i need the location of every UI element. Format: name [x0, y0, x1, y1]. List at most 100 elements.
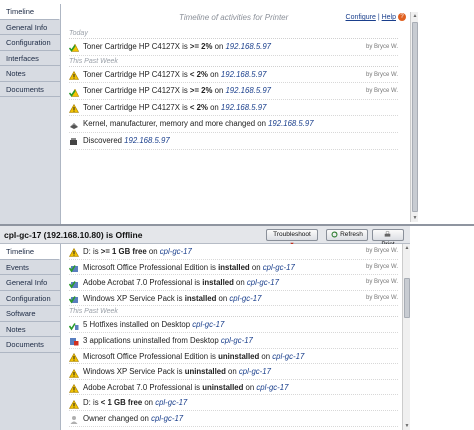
printer-tab-interfaces[interactable]: Interfaces [0, 50, 60, 66]
change-icon [69, 120, 79, 129]
printer-tab-configuration[interactable]: Configuration [0, 35, 60, 51]
timeline-row[interactable]: Toner Cartridge HP C4127X is < 2% on 192… [68, 100, 398, 117]
computer-timeline-content: D: is >= 1 GB free on cpl-gc-17 by Bryce … [60, 244, 410, 430]
timeline-row[interactable]: Adobe Acrobat 7.0 Professional is uninst… [68, 380, 398, 396]
timeline-row[interactable]: 3 applications uninstalled from Desktop … [69, 333, 398, 349]
printer-tab-general-info[interactable]: General Info [0, 19, 60, 35]
row-target-link[interactable]: cpl-gc-17 [263, 263, 295, 272]
scroll-down-icon[interactable]: ▼ [411, 214, 419, 222]
row-target-link[interactable]: 192.168.5.97 [225, 86, 271, 95]
configure-link[interactable]: Configure [346, 14, 376, 21]
row-status: >= 2% [189, 86, 213, 96]
help-link[interactable]: Help [382, 14, 396, 21]
timeline-group-label: Today [69, 28, 398, 39]
row-target-link[interactable]: cpl-gc-17 [151, 414, 183, 423]
row-subject: D: [83, 247, 91, 256]
row-connector: on [255, 119, 269, 129]
row-subject: Microsoft Office Professional Edition [83, 351, 209, 361]
timeline-row[interactable]: Discovered 192.168.5.97 [69, 133, 398, 150]
row-target-link[interactable]: 192.168.5.97 [221, 103, 267, 112]
row-target-link[interactable]: cpl-gc-17 [160, 247, 192, 256]
row-verb: is [179, 86, 190, 96]
computer-tab-events[interactable]: Events [0, 259, 60, 275]
row-target-link[interactable]: cpl-gc-17 [256, 383, 288, 392]
timeline-row[interactable]: Microsoft Office Professional Edition is… [68, 260, 398, 276]
printer-timeline-list: Today Toner Cartridge HP C4127X is >= 2% … [68, 28, 398, 150]
timeline-row[interactable]: Kernel, manufacturer, memory and more ch… [69, 116, 398, 133]
install-icon [68, 279, 79, 289]
print-button[interactable]: Print [372, 229, 404, 248]
computer-scrollbar[interactable]: ▲ ▼ [402, 244, 410, 430]
scroll-up-icon[interactable]: ▲ [411, 12, 419, 20]
row-target-link[interactable]: cpl-gc-17 [221, 336, 253, 345]
row-target-link[interactable]: 192.168.5.97 [268, 119, 314, 128]
computer-tab-documents[interactable]: Documents [0, 337, 60, 353]
row-verb: is [179, 102, 190, 112]
row-status: uninstalled [218, 351, 260, 361]
troubleshoot-button[interactable]: Troubleshoot ▾ [266, 229, 318, 248]
row-verb: is [192, 278, 203, 288]
timeline-row[interactable]: D: is < 1 GB free on cpl-gc-17 [68, 395, 398, 411]
row-target-link[interactable]: cpl-gc-17 [272, 352, 304, 361]
row-target-link[interactable]: cpl-gc-17 [155, 398, 187, 407]
row-target-link[interactable]: cpl-gc-17 [192, 320, 224, 329]
printer-tab-documents[interactable]: Documents [0, 81, 60, 97]
row-subject: Toner Cartridge HP C4127X [83, 102, 180, 112]
help-icon[interactable]: ? [398, 13, 406, 21]
timeline-row[interactable]: Windows XP Service Pack is uninstalled o… [68, 364, 398, 380]
timeline-row[interactable]: Owner changed on cpl-gc-17 [69, 411, 398, 427]
scroll-up-icon[interactable]: ▲ [403, 244, 411, 252]
row-connector: on [207, 69, 221, 79]
header-links: Configure | Help? [346, 13, 406, 21]
row-verb: is [174, 293, 185, 303]
refresh-button[interactable]: Refresh [326, 229, 368, 241]
timeline-row[interactable]: Toner Cartridge HP C4127X is >= 2% on 19… [68, 39, 398, 56]
scroll-thumb[interactable] [412, 22, 418, 212]
row-target-link[interactable]: cpl-gc-17 [229, 294, 261, 303]
row-connector: on [225, 367, 239, 377]
printer-panel: Timeline General Info Configuration Interfa… [0, 0, 474, 226]
row-verb: is [192, 382, 203, 392]
row-connector: on [243, 382, 257, 392]
computer-tab-general-info[interactable]: General Info [0, 275, 60, 291]
row-subject: D: [83, 398, 91, 408]
computer-tab-configuration[interactable]: Configuration [0, 290, 60, 306]
check-warning-icon [68, 42, 80, 53]
timeline-row[interactable]: Toner Cartridge HP C4127X is >= 2% on 19… [68, 83, 398, 100]
row-target-link[interactable]: 192.168.5.97 [225, 42, 271, 51]
row-author: by Bryce W. [365, 263, 398, 270]
warning-icon [68, 247, 80, 258]
row-connector: on [259, 351, 273, 361]
row-author: by Bryce W. [365, 294, 398, 301]
row-connector: on [146, 247, 160, 256]
printer-tab-timeline[interactable]: Timeline [0, 4, 60, 20]
timeline-row[interactable]: D: is >= 1 GB free on cpl-gc-17 by Bryce … [68, 244, 398, 260]
row-target-link[interactable]: cpl-gc-17 [239, 367, 271, 376]
row-status: installed [184, 293, 217, 303]
computer-timeline-list: D: is >= 1 GB free on cpl-gc-17 by Bryce … [68, 244, 398, 427]
printer-tab-notes[interactable]: Notes [0, 66, 60, 82]
printer-timeline-content: Timeline of activities for Printer Confi… [60, 4, 410, 226]
row-author: by Bryce W. [365, 88, 398, 95]
computer-tab-notes[interactable]: Notes [0, 321, 60, 337]
scroll-thumb[interactable] [404, 278, 410, 318]
row-verb: is [179, 42, 190, 51]
computer-tab-timeline[interactable]: Timeline [0, 244, 60, 260]
timeline-row[interactable]: Windows XP Service Pack is installed on … [68, 291, 398, 307]
timeline-row[interactable]: Microsoft Office Professional Edition is… [68, 349, 398, 365]
row-subject: Discovered [83, 135, 122, 145]
computer-tab-software[interactable]: Software [0, 306, 60, 322]
scroll-down-icon[interactable]: ▼ [403, 422, 411, 430]
row-target-link[interactable]: 192.168.5.97 [221, 70, 267, 79]
install-icon [68, 263, 79, 273]
timeline-row[interactable]: Adobe Acrobat 7.0 Professional is instal… [68, 275, 398, 291]
row-verb: is [208, 262, 219, 272]
row-status: < 2% [189, 102, 208, 112]
install-icon [68, 294, 79, 304]
timeline-group-label: This Past Week [69, 56, 398, 67]
printer-scrollbar[interactable]: ▲ ▼ [410, 12, 418, 222]
row-target-link[interactable]: cpl-gc-17 [247, 278, 279, 287]
timeline-row[interactable]: 5 Hotfixes installed on Desktop cpl-gc-1… [68, 317, 398, 333]
row-target-link[interactable]: 192.168.5.97 [124, 136, 170, 145]
timeline-row[interactable]: Toner Cartridge HP C4127X is < 2% on 192… [68, 67, 398, 84]
